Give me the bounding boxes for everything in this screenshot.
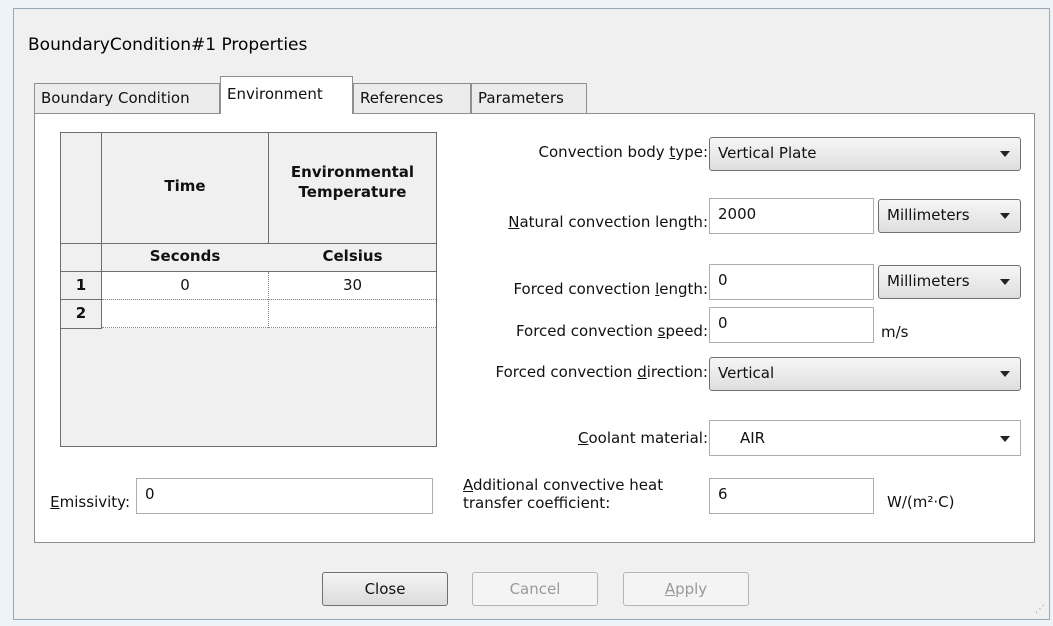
selected-value: AIR bbox=[740, 429, 766, 447]
tab-references[interactable]: References bbox=[353, 83, 471, 113]
environment-panel: Time Environmental Temperature Seconds C… bbox=[34, 113, 1035, 543]
natural-length-unit-select[interactable]: Millimeters bbox=[878, 199, 1021, 233]
time-cell[interactable]: 0 bbox=[102, 276, 268, 294]
properties-dialog: BoundaryCondition#1 Properties Boundary … bbox=[13, 8, 1050, 620]
chevron-down-icon bbox=[1000, 436, 1010, 442]
time-cell[interactable] bbox=[102, 304, 268, 326]
tab-parameters[interactable]: Parameters bbox=[471, 83, 587, 113]
column-header-env-line1: Environmental bbox=[290, 163, 415, 181]
convection-body-type-label: Convection body type: bbox=[538, 143, 708, 161]
close-button[interactable]: Close bbox=[322, 572, 448, 606]
temperature-cell[interactable]: 30 bbox=[269, 276, 436, 294]
forced-convection-speed-input[interactable]: 0 bbox=[709, 307, 874, 343]
coolant-material-select[interactable]: AIR bbox=[709, 420, 1021, 456]
selected-value: Millimeters bbox=[887, 272, 970, 290]
coolant-material-label: Coolant material: bbox=[577, 429, 708, 447]
natural-convection-length-label: Natural convection length: bbox=[508, 213, 708, 231]
forced-convection-speed-label: Forced convection speed: bbox=[515, 322, 708, 340]
speed-unit: m/s bbox=[881, 323, 909, 341]
forced-length-unit-select[interactable]: Millimeters bbox=[878, 265, 1021, 299]
unit-header-time: Seconds bbox=[149, 247, 221, 265]
apply-button[interactable]: Apply bbox=[623, 572, 749, 606]
resize-grip-icon[interactable]: ⋰ bbox=[1035, 604, 1045, 615]
chevron-down-icon bbox=[1000, 371, 1010, 377]
chevron-down-icon bbox=[1000, 279, 1010, 285]
chevron-down-icon bbox=[1000, 151, 1010, 157]
coefficient-unit: W/(m²·C) bbox=[887, 493, 955, 511]
cancel-button[interactable]: Cancel bbox=[472, 572, 598, 606]
forced-convection-length-input[interactable]: 0 bbox=[709, 264, 874, 300]
selected-value: Vertical bbox=[718, 364, 775, 382]
forced-convection-direction-label: Forced convection direction: bbox=[495, 363, 708, 381]
selected-value: Millimeters bbox=[887, 206, 970, 224]
tab-boundary-condition[interactable]: Boundary Condition bbox=[34, 83, 220, 113]
time-temperature-table[interactable]: Time Environmental Temperature Seconds C… bbox=[60, 132, 437, 447]
row-index: 2 bbox=[75, 304, 87, 322]
selected-value: Vertical Plate bbox=[718, 144, 817, 162]
dialog-title: BoundaryCondition#1 Properties bbox=[28, 35, 308, 55]
temperature-cell[interactable] bbox=[269, 304, 436, 326]
row-index: 1 bbox=[75, 276, 87, 294]
column-header-env-line2: Temperature bbox=[298, 183, 407, 201]
tab-environment[interactable]: Environment bbox=[220, 76, 353, 114]
convection-body-type-select[interactable]: Vertical Plate bbox=[709, 137, 1021, 171]
additional-coefficient-label: Additional convective heat transfer coeff… bbox=[463, 476, 664, 512]
title-bar[interactable]: BoundaryCondition#1 Properties bbox=[14, 9, 1049, 79]
column-header-time: Time bbox=[164, 177, 206, 195]
natural-convection-length-input[interactable]: 2000 bbox=[709, 198, 874, 234]
chevron-down-icon bbox=[1000, 213, 1010, 219]
forced-convection-length-label: Forced convection length: bbox=[513, 280, 708, 298]
emissivity-input[interactable]: 0 bbox=[136, 478, 433, 514]
emissivity-label: Emissivity: bbox=[50, 493, 130, 511]
additional-coefficient-input[interactable]: 6 bbox=[709, 478, 874, 514]
unit-header-env: Celsius bbox=[322, 247, 383, 265]
forced-convection-direction-select[interactable]: Vertical bbox=[709, 357, 1021, 391]
